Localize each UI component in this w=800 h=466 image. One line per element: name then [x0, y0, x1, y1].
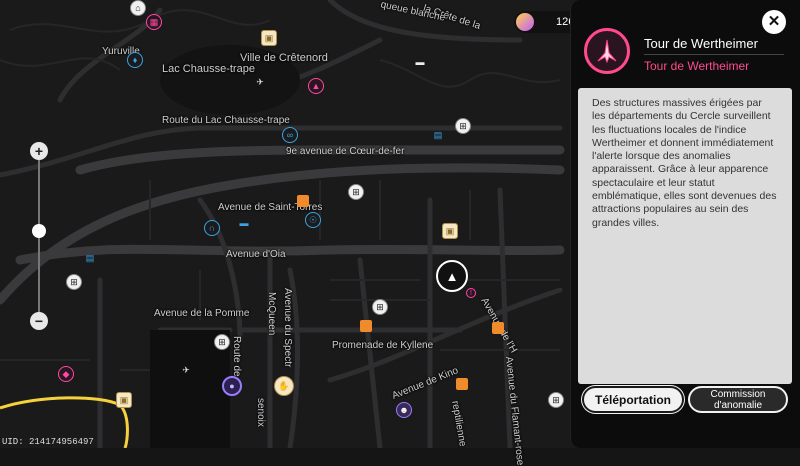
- currency-display: 126: [514, 11, 574, 33]
- package-icon[interactable]: ▣: [116, 392, 132, 408]
- wertheimer-tower-icon: [584, 28, 630, 74]
- runner-icon[interactable]: ☉: [305, 212, 321, 228]
- location-title: Tour de Wertheimer: [644, 36, 758, 51]
- car-icon[interactable]: ▬: [412, 54, 428, 70]
- bank-icon[interactable]: ⊞: [372, 299, 388, 315]
- building-icon[interactable]: [360, 320, 372, 332]
- teleport-button[interactable]: Téléportation: [582, 386, 684, 413]
- bank-icon[interactable]: ⊞: [548, 392, 564, 408]
- zoom-out-button[interactable]: −: [30, 312, 48, 330]
- gem-icon: [516, 13, 534, 31]
- wertheimer-tower-selected-icon[interactable]: ▲: [436, 260, 468, 292]
- player-position-icon[interactable]: ●: [222, 376, 242, 396]
- zoom-track[interactable]: [38, 160, 40, 320]
- wertheimer-tower-marker-icon[interactable]: ▲: [308, 78, 324, 94]
- teleport-icon[interactable]: ∞: [282, 127, 298, 143]
- map-label-route-de: Route de: [231, 336, 242, 377]
- map-label-kyllene: Promenade de Kyllene: [332, 340, 434, 351]
- user-id: UID: 214174956497: [2, 437, 94, 447]
- map-label-route: Route du Lac Chausse-trape: [162, 115, 290, 126]
- water-tower-icon[interactable]: ♦: [127, 52, 143, 68]
- bank-icon[interactable]: ⊞: [214, 334, 230, 350]
- map-label-ville: Ville de Crêtenord: [240, 52, 328, 64]
- hand-interaction-icon[interactable]: ✋: [274, 376, 294, 396]
- bus-icon[interactable]: ▤: [82, 250, 98, 266]
- character-icon[interactable]: ☻: [396, 402, 412, 418]
- building-icon[interactable]: [492, 322, 504, 334]
- map-label-pomme: Avenue de la Pomme: [154, 308, 250, 319]
- divider: [644, 54, 784, 55]
- map-label-mcqueen: McQueen: [266, 292, 277, 336]
- arch-icon[interactable]: ∩: [204, 220, 220, 236]
- zoom-slider-handle[interactable]: [32, 224, 46, 238]
- map-label-lac: Lac Chausse-trape: [162, 63, 255, 75]
- building-icon[interactable]: [456, 378, 468, 390]
- map-label-spectr: Avenue du Spectr: [282, 288, 293, 368]
- map-label-coeur: 9e avenue de Cœur-de-fer: [286, 146, 405, 157]
- location-description: Des structures massives érigées par les …: [578, 88, 792, 384]
- map-label-senoix: senoix: [255, 398, 266, 427]
- panel-header: Tour de Wertheimer Tour de Wertheimer: [576, 23, 788, 83]
- anomaly-icon[interactable]: !: [466, 288, 476, 298]
- anomaly-commission-button[interactable]: Commission d'anomalie: [688, 386, 788, 413]
- bank-icon[interactable]: ⊞: [66, 274, 82, 290]
- shop-icon[interactable]: ◆: [58, 366, 74, 382]
- bank-icon[interactable]: ⊞: [455, 118, 471, 134]
- building-icon[interactable]: [297, 195, 309, 207]
- location-subtitle: Tour de Wertheimer: [644, 59, 750, 73]
- zoom-in-button[interactable]: +: [30, 142, 48, 160]
- bank-icon[interactable]: ⊞: [348, 184, 364, 200]
- map-label-oia: Avenue d'Oia: [226, 249, 286, 260]
- bus-icon[interactable]: ▤: [430, 127, 446, 143]
- bird-icon[interactable]: ✈: [178, 362, 194, 378]
- zoom-control: + −: [30, 140, 48, 340]
- landmark-icon[interactable]: ⌂: [130, 0, 146, 16]
- package-icon[interactable]: ▣: [442, 223, 458, 239]
- bird-icon[interactable]: ✈: [252, 74, 268, 90]
- package-icon[interactable]: ▣: [261, 30, 277, 46]
- shop-icon[interactable]: ▦: [146, 14, 162, 30]
- car-icon[interactable]: ▬: [236, 215, 252, 231]
